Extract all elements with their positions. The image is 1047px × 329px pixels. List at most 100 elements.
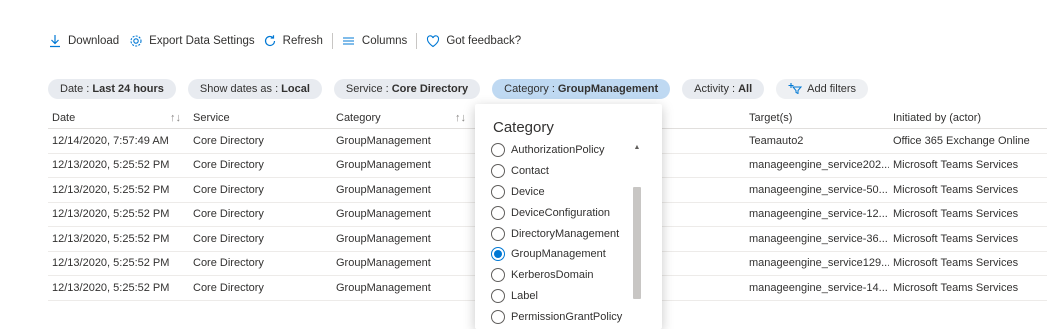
cell-service: Core Directory (193, 257, 264, 270)
cell-target: manageengine_service129... (749, 257, 889, 270)
cell-initiated-by: Microsoft Teams Services (893, 281, 1019, 294)
filter-activity-value: All (738, 83, 753, 95)
cell-target: manageengine_service-12... (749, 208, 888, 221)
radio-button[interactable] (491, 226, 505, 241)
download-button[interactable]: Download (48, 34, 119, 48)
download-label: Download (68, 35, 120, 47)
category-option[interactable]: AuthorizationPolicy (491, 140, 631, 161)
filter-activity[interactable]: Activity : All (682, 79, 765, 99)
cell-service: Core Directory (193, 183, 264, 196)
filter-show-dates-label: Show dates as : (199, 83, 279, 95)
category-option-label: Device (511, 185, 545, 198)
cell-date: 12/13/2020, 5:25:52 PM (52, 281, 170, 294)
cell-category: GroupManagement (336, 281, 431, 294)
columns-button[interactable]: Columns (342, 34, 407, 48)
feedback-label: Got feedback? (446, 35, 522, 47)
category-option-label: AuthorizationPolicy (511, 144, 605, 157)
filter-activity-label: Activity : (694, 83, 736, 95)
filter-category[interactable]: Category : GroupManagement (492, 79, 671, 99)
heart-icon (426, 34, 440, 48)
cell-target: manageengine_service-36... (749, 232, 888, 245)
radio-button[interactable] (491, 288, 505, 303)
filter-date[interactable]: Date : Last 24 hours (48, 79, 176, 99)
column-header-category[interactable]: Category ↑↓ (332, 112, 474, 124)
export-data-settings-button[interactable]: Export Data Settings (129, 34, 255, 48)
cell-service: Core Directory (193, 232, 264, 245)
cell-category: GroupManagement (336, 183, 431, 196)
cell-target: Teamauto2 (749, 134, 804, 147)
cell-date: 12/13/2020, 5:25:52 PM (52, 159, 170, 172)
category-option[interactable]: GroupManagement (491, 244, 631, 265)
category-option-label: Contact (511, 165, 549, 178)
category-option-label: PermissionGrantPolicy (511, 310, 623, 323)
filter-show-dates[interactable]: Show dates as : Local (187, 79, 322, 99)
sort-icon[interactable]: ↑↓ (455, 112, 466, 124)
cell-category: GroupManagement (336, 208, 431, 221)
category-option-label: DeviceConfiguration (511, 206, 611, 219)
cell-date: 12/14/2020, 7:57:49 AM (52, 134, 169, 147)
scroll-up-arrow-icon[interactable]: ▲ (632, 144, 642, 152)
cell-service: Core Directory (193, 208, 264, 221)
category-option-label: Label (511, 289, 538, 302)
radio-button[interactable] (491, 184, 505, 199)
category-option[interactable]: Device (491, 182, 631, 203)
category-option[interactable]: KerberosDomain (491, 265, 631, 286)
columns-label: Columns (361, 35, 408, 47)
filter-date-value: Last 24 hours (92, 83, 164, 95)
cell-initiated-by: Microsoft Teams Services (893, 183, 1019, 196)
cell-date: 12/13/2020, 5:25:52 PM (52, 232, 170, 245)
filter-date-label: Date : (60, 83, 90, 95)
cell-target: manageengine_service-14... (749, 281, 888, 294)
dropdown-title: Category (493, 119, 554, 136)
filter-service[interactable]: Service : Core Directory (333, 79, 481, 99)
column-date-label: Date (52, 111, 76, 124)
radio-button[interactable] (491, 247, 505, 262)
add-filters-button[interactable]: Add filters (776, 79, 869, 99)
filter-show-dates-value: Local (281, 83, 310, 95)
refresh-label: Refresh (282, 35, 323, 47)
cell-category: GroupManagement (336, 257, 431, 270)
filter-bar: Date : Last 24 hours Show dates as : Local… (48, 79, 880, 99)
category-options: AuthorizationPolicy Contact Device DeviceCo… (491, 140, 631, 327)
cell-category: GroupManagement (336, 232, 431, 245)
refresh-icon (263, 34, 277, 48)
dropdown-scrollbar[interactable]: ▲ (632, 142, 642, 302)
radio-button[interactable] (491, 309, 505, 324)
category-option[interactable]: DirectoryManagement (491, 223, 631, 244)
toolbar: Download Export Data Settings Refresh Co… (48, 31, 521, 51)
cell-initiated-by: Microsoft Teams Services (893, 159, 1019, 172)
cell-service: Core Directory (193, 159, 264, 172)
cell-category: GroupManagement (336, 134, 431, 147)
radio-button[interactable] (491, 268, 505, 283)
filter-category-value: GroupManagement (557, 83, 659, 95)
sort-icon[interactable]: ↑↓ (170, 112, 181, 124)
category-option[interactable]: Label (491, 286, 631, 307)
category-option[interactable]: PermissionGrantPolicy (491, 306, 631, 327)
column-category-label: Category (336, 111, 381, 124)
column-header-service[interactable]: Service (189, 112, 332, 124)
feedback-button[interactable]: Got feedback? (426, 34, 521, 48)
category-option[interactable]: Contact (491, 161, 631, 182)
column-header-date[interactable]: Date ↑↓ (48, 112, 189, 124)
download-icon (48, 34, 62, 48)
column-header-targets[interactable]: Target(s) (745, 112, 889, 124)
toolbar-divider (416, 33, 418, 49)
scrollbar-thumb[interactable] (633, 187, 641, 299)
gear-icon (129, 34, 143, 48)
add-filter-icon (788, 82, 803, 97)
column-header-initiated-by[interactable]: Initiated by (actor) (889, 112, 1047, 124)
columns-icon (342, 34, 356, 48)
category-option-label: DirectoryManagement (511, 227, 620, 240)
category-option[interactable]: DeviceConfiguration (491, 202, 631, 223)
cell-service: Core Directory (193, 134, 264, 147)
category-dropdown: Category AuthorizationPolicy Contact Devic… (475, 104, 662, 329)
radio-button[interactable] (491, 143, 505, 158)
toolbar-divider (331, 33, 333, 49)
cell-date: 12/13/2020, 5:25:52 PM (52, 208, 170, 221)
cell-initiated-by: Office 365 Exchange Online (893, 134, 1030, 147)
add-filters-label: Add filters (807, 83, 857, 95)
refresh-button[interactable]: Refresh (263, 34, 323, 48)
filter-service-label: Service : (345, 83, 389, 95)
radio-button[interactable] (491, 164, 505, 179)
radio-button[interactable] (491, 205, 505, 220)
